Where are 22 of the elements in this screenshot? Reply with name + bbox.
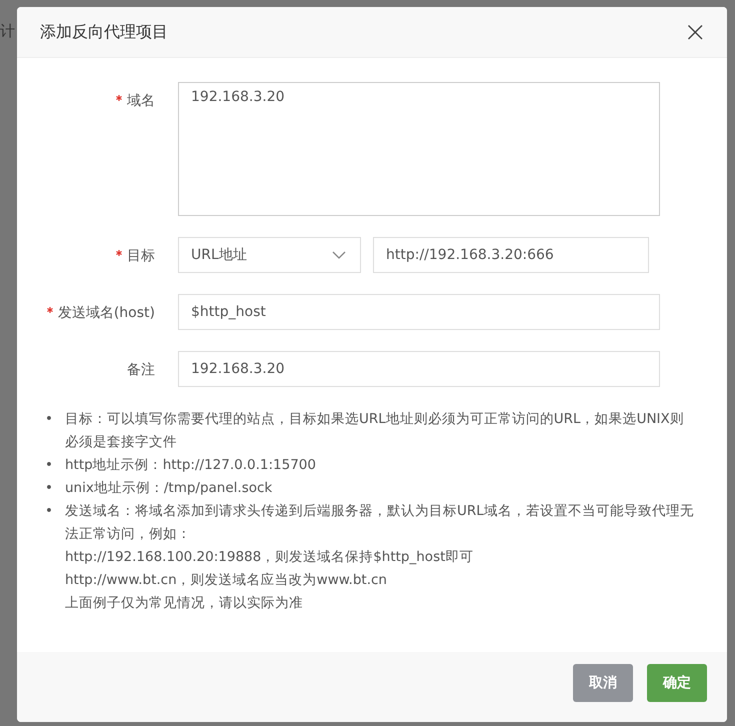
- domain-textarea[interactable]: 192.168.3.20: [178, 82, 660, 216]
- dialog-title: 添加反向代理项目: [40, 22, 168, 42]
- text-input[interactable]: $http_host: [178, 294, 660, 330]
- note-text: unix地址示例：/tmp/panel.sock: [65, 479, 274, 498]
- bullet: •: [45, 456, 54, 475]
- bullet: •: [45, 410, 54, 429]
- field-label: 发送域名(host): [58, 304, 155, 322]
- note-text: http地址示例：http://127.0.0.1:15700: [65, 456, 317, 475]
- close-button[interactable]: ×: [680, 18, 711, 46]
- field-label: 目标: [127, 247, 155, 265]
- note-text: http://www.bt.cn，则发送域名应当改为www.bt.cn: [65, 571, 388, 590]
- bullet: •: [45, 479, 54, 498]
- caret-icon: [332, 251, 346, 259]
- text-input[interactable]: 192.168.3.20: [178, 351, 660, 387]
- note-text: 上面例子仅为常见情况，请以实际为准: [65, 594, 304, 613]
- note-text: http://192.168.100.20:19888，则发送域名保持$http_host即可: [65, 548, 474, 567]
- field-label: 备注: [127, 361, 155, 379]
- field-label: 域名: [127, 92, 155, 110]
- target-url-input[interactable]: http://192.168.3.20:666: [373, 237, 649, 273]
- target-type-select[interactable]: URL地址: [178, 237, 361, 273]
- bullet: •: [45, 502, 54, 521]
- page-text: 计: [0, 22, 15, 41]
